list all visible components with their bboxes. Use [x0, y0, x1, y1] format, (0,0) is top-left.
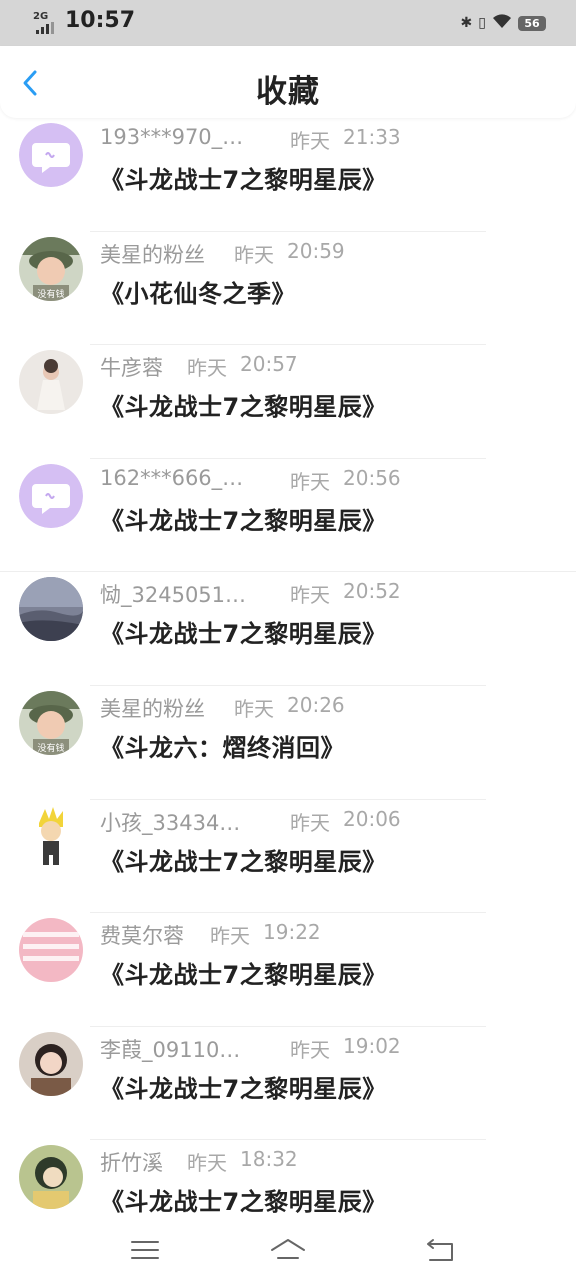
book-title: 《斗龙战士7之黎明星辰》	[100, 1188, 387, 1217]
default-chat-icon	[19, 123, 83, 187]
list-item[interactable]: 193***970_… 昨天 21:33 《斗龙战士7之黎明星辰》	[0, 118, 576, 232]
back-nav-icon	[427, 1239, 453, 1261]
avatar[interactable]	[19, 1031, 83, 1096]
pink-pattern	[19, 918, 83, 983]
time-label: 20:06	[343, 806, 401, 831]
list-item[interactable]: 费莫尔蓉 昨天 19:22 《斗龙战士7之黎明星辰》	[0, 913, 576, 1027]
username: 恸_3245051…	[100, 583, 247, 608]
clock: 10:57	[65, 8, 136, 33]
list-item[interactable]: 李葭_09110… 昨天 19:02 《斗龙战士7之黎明星辰》	[0, 1027, 576, 1141]
back-nav-button[interactable]	[420, 1230, 460, 1270]
vibrate-icon: ▯	[478, 15, 486, 31]
home-button[interactable]	[268, 1230, 308, 1270]
time-label: 19:22	[263, 920, 321, 945]
username: 费莫尔蓉	[100, 924, 184, 949]
list-item[interactable]: 没有钱 美星的粉丝 昨天 20:26 《斗龙六：熠终消回》	[0, 686, 576, 800]
avatar[interactable]	[19, 804, 83, 869]
date-label: 昨天	[187, 1151, 227, 1176]
username: 162***666_…	[100, 465, 244, 490]
time-label: 21:33	[343, 125, 401, 149]
child-photo: 没有钱	[19, 690, 83, 755]
date-label: 昨天	[290, 129, 330, 153]
date-label: 昨天	[290, 583, 330, 608]
date-label: 昨天	[187, 356, 227, 381]
date-label: 昨天	[290, 1037, 330, 1062]
username: 小孩_33434…	[100, 810, 241, 835]
book-title: 《斗龙战士7之黎明星辰》	[100, 166, 387, 194]
time-label: 20:57	[240, 352, 298, 377]
cartoon-character	[19, 804, 83, 869]
list-item[interactable]: 162***666_… 昨天 20:56 《斗龙战士7之黎明星辰》	[0, 459, 576, 573]
home-icon	[271, 1239, 305, 1259]
date-label: 昨天	[210, 924, 250, 949]
signal-icon	[36, 22, 56, 34]
time-label: 19:02	[343, 1033, 401, 1058]
avatar[interactable]	[19, 463, 83, 528]
header: 收藏	[0, 46, 576, 118]
child-photo: 没有钱	[19, 236, 83, 301]
list-item[interactable]: 没有钱 美星的粉丝 昨天 20:59 《小花仙冬之季》	[0, 232, 576, 346]
list-item[interactable]: 小孩_33434… 昨天 20:06 《斗龙战士7之黎明星辰》	[0, 800, 576, 914]
avatar[interactable]	[19, 123, 83, 187]
book-title: 《斗龙战士7之黎明星辰》	[100, 847, 387, 876]
book-title: 《斗龙战士7之黎明星辰》	[100, 620, 387, 649]
time-label: 20:26	[287, 692, 345, 717]
list-item[interactable]: 牛彦蓉 昨天 20:57 《斗龙战士7之黎明星辰》	[0, 345, 576, 459]
date-label: 昨天	[290, 810, 330, 835]
username: 牛彦蓉	[100, 356, 163, 381]
wifi-icon	[492, 13, 512, 33]
anime-character	[19, 1145, 83, 1210]
book-title: 《小花仙冬之季》	[100, 279, 296, 308]
date-label: 昨天	[234, 242, 274, 267]
time-label: 20:59	[287, 238, 345, 263]
girl-selfie	[19, 1031, 83, 1096]
svg-text:没有钱: 没有钱	[37, 742, 64, 754]
list-item[interactable]: 恸_3245051… 昨天 20:52 《斗龙战士7之黎明星辰》	[0, 572, 576, 686]
book-title: 《斗龙六：熠终消回》	[100, 733, 345, 762]
page-title: 收藏	[256, 74, 320, 110]
avatar[interactable]	[19, 577, 83, 642]
avatar[interactable]: 没有钱	[19, 690, 83, 755]
battery-icon: 56	[518, 15, 546, 31]
username: 193***970_…	[100, 125, 244, 149]
default-chat-icon	[19, 463, 83, 528]
menu-button[interactable]	[125, 1230, 165, 1270]
time-label: 18:32	[240, 1147, 298, 1172]
username: 美星的粉丝	[100, 242, 205, 267]
book-title: 《斗龙战士7之黎明星辰》	[100, 506, 387, 535]
time-label: 20:52	[343, 579, 401, 604]
network-type: 2G	[33, 11, 49, 22]
username: 折竹溪	[100, 1151, 163, 1176]
avatar[interactable]: 没有钱	[19, 236, 83, 301]
sky-photo	[19, 577, 83, 642]
menu-icon	[131, 1241, 159, 1259]
avatar[interactable]	[19, 350, 83, 415]
avatar[interactable]	[19, 918, 83, 983]
date-label: 昨天	[290, 469, 330, 494]
avatar[interactable]	[19, 1145, 83, 1210]
book-title: 《斗龙战士7之黎明星辰》	[100, 393, 387, 422]
book-title: 《斗龙战士7之黎明星辰》	[100, 961, 387, 990]
favorites-list: 193***970_… 昨天 21:33 《斗龙战士7之黎明星辰》 没有钱 美星…	[0, 118, 576, 1254]
date-label: 昨天	[234, 696, 274, 721]
username: 李葭_09110…	[100, 1037, 241, 1062]
navigation-bar	[0, 1220, 576, 1280]
time-label: 20:56	[343, 465, 401, 490]
girl-photo	[19, 350, 83, 415]
status-bar: 2G 10:57 ✱ ▯ 56	[0, 0, 576, 46]
username: 美星的粉丝	[100, 696, 205, 721]
book-title: 《斗龙战士7之黎明星辰》	[100, 1074, 387, 1103]
bluetooth-icon: ✱	[460, 15, 473, 31]
svg-text:没有钱: 没有钱	[37, 288, 64, 300]
